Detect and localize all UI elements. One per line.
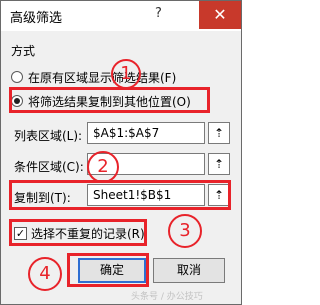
step-4-marker: 4 xyxy=(28,257,62,291)
list-range-input[interactable]: $A$1:$A$7 xyxy=(87,122,205,144)
radio-show-in-place[interactable]: 在原有区域显示筛选结果(F) xyxy=(11,67,176,87)
help-button[interactable]: ? xyxy=(155,6,162,21)
step-3-marker: 3 xyxy=(168,214,202,248)
step-2-marker: 2 xyxy=(87,151,119,183)
criteria-range-label: 条件区域(C): xyxy=(14,160,84,174)
radio-button-icon[interactable] xyxy=(11,71,23,83)
list-range-collapse-button[interactable]: ⇡ xyxy=(208,122,230,144)
dialog-title: 高级筛选 xyxy=(10,11,63,26)
highlight-unique-records xyxy=(9,219,147,246)
advanced-filter-dialog: 高级筛选 ? ✕ 方式 在原有区域显示筛选结果(F) 将筛选结果复制到其他位置(… xyxy=(0,0,242,305)
highlight-copy-to-option xyxy=(9,87,210,113)
collapse-dialog-icon: ⇡ xyxy=(213,157,225,171)
title-bar: 高级筛选 ? ✕ xyxy=(1,1,241,31)
list-range-label: 列表区域(L): xyxy=(14,129,83,143)
watermark: 头条号 / 办公技巧 xyxy=(131,292,203,302)
method-section-label: 方式 xyxy=(11,44,36,58)
step-1-marker: 1 xyxy=(111,59,141,89)
radio-show-in-place-label: 在原有区域显示筛选结果(F) xyxy=(28,70,177,85)
collapse-dialog-icon: ⇡ xyxy=(213,126,225,140)
cancel-button[interactable]: 取消 xyxy=(153,258,225,283)
highlight-ok-button xyxy=(67,253,149,287)
highlight-copy-to-field xyxy=(9,180,231,210)
close-button[interactable]: ✕ xyxy=(199,1,241,29)
criteria-range-collapse-button[interactable]: ⇡ xyxy=(208,153,230,175)
